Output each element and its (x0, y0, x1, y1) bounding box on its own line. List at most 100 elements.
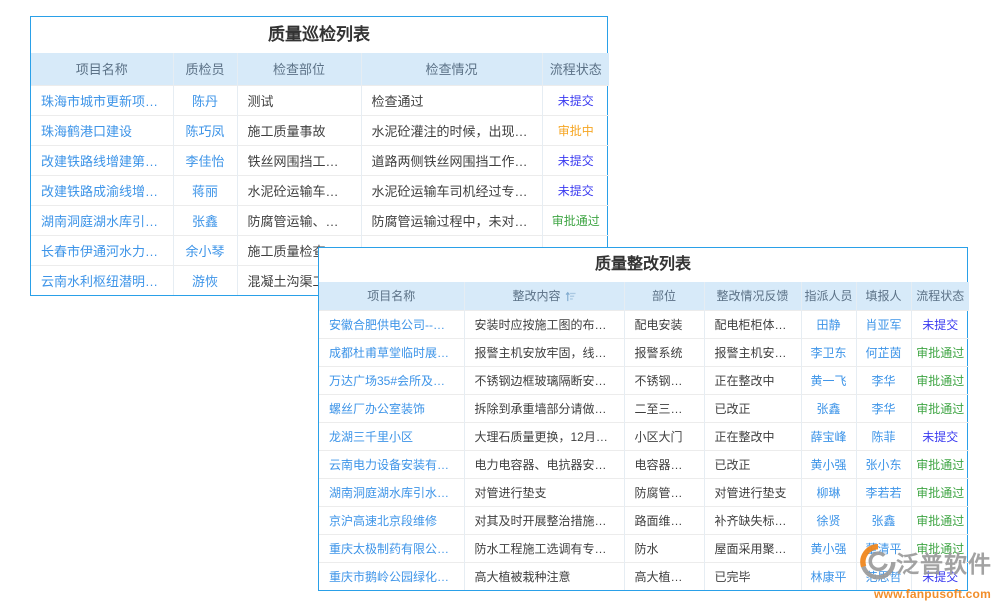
table-cell[interactable]: 万达广场35#会所及咖啡厅空... (319, 366, 464, 394)
inspection-header-row: 项目名称 质检员 检查部位 检查情况流程状态 (31, 53, 609, 85)
column-header-label: 整改内容 (512, 289, 560, 303)
table-row: 珠海鹤港口建设陈巧凤施工质量事故水泥砼灌注的时候，出现离析现象审批中 (31, 115, 609, 145)
table-cell[interactable]: 陈菲 (856, 422, 911, 450)
table-cell[interactable]: 湖南洞庭湖水库引水工程施工I标 (319, 478, 464, 506)
column-header: 检查部位 (237, 53, 361, 85)
table-row: 京沪高速北京段维修对其及时开展整治措施，桥头...路面维修检...补齐缺失标志.… (319, 506, 969, 534)
table-cell[interactable]: 肖亚军 (856, 310, 911, 338)
table-cell[interactable]: 陈巧凤 (173, 115, 237, 145)
status-badge: 审批通过 (911, 366, 969, 394)
column-header-label: 流程状态 (550, 62, 602, 77)
table-cell[interactable]: 黄小强 (801, 450, 856, 478)
table-cell[interactable]: 京沪高速北京段维修 (319, 506, 464, 534)
table-cell[interactable]: 徐贤 (801, 506, 856, 534)
table-cell[interactable]: 蒋丽 (173, 175, 237, 205)
table-cell[interactable]: 云南电力设备安装有限公司20... (319, 450, 464, 478)
table-cell: 屋面采用聚氨... (704, 534, 801, 562)
sort-icon[interactable] (565, 291, 576, 305)
column-header: 流程状态 (542, 53, 609, 85)
table-cell: 防腐管运输过程中，未对管进行... (361, 205, 542, 235)
table-cell[interactable]: 李华 (856, 394, 911, 422)
table-cell[interactable]: 李华 (856, 366, 911, 394)
column-header: 整改情况反馈 (704, 282, 801, 310)
table-cell[interactable]: 李佳怡 (173, 145, 237, 175)
table-cell[interactable]: 黄小强 (801, 534, 856, 562)
table-cell[interactable]: 改建铁路线增建第二线... (31, 145, 173, 175)
column-header: 检查情况 (361, 53, 542, 85)
table-cell[interactable]: 云南水利枢纽潜明水库... (31, 265, 173, 295)
table-cell[interactable]: 张鑫 (173, 205, 237, 235)
table-cell: 小区大门 (624, 422, 704, 450)
table-cell[interactable]: 安徽合肥供电公司--配电设备... (319, 310, 464, 338)
table-cell[interactable]: 张小东 (856, 450, 911, 478)
table-cell[interactable]: 长春市伊通河水力发电... (31, 235, 173, 265)
table-cell: 不锈钢边框玻璃隔断安装不牢... (464, 366, 624, 394)
table-cell: 电力电容器、电抗器安装方案,... (464, 450, 624, 478)
table-cell[interactable]: 成都杜甫草堂临时展厅独立展... (319, 338, 464, 366)
table-cell[interactable]: 重庆市鹅岭公园绿化景观提升... (319, 562, 464, 590)
table-cell[interactable]: 湖南洞庭湖水库引水工... (31, 205, 173, 235)
table-cell: 水泥砼运输车司机经过专门培训... (361, 175, 542, 205)
table-cell[interactable]: 张鑫 (856, 506, 911, 534)
table-cell[interactable]: 林康平 (801, 562, 856, 590)
watermark-url-text: www.fanpusoft.com (874, 587, 1000, 601)
table-cell[interactable]: 柳琳 (801, 478, 856, 506)
column-header-label: 流程状态 (916, 289, 964, 303)
column-header: 填报人 (856, 282, 911, 310)
table-row: 改建铁路成渝线增建第...蒋丽水泥砼运输车检查水泥砼运输车司机经过专门培训...… (31, 175, 609, 205)
table-cell: 二至三楼混... (624, 394, 704, 422)
table-cell: 已完毕 (704, 562, 801, 590)
table-cell: 电容器安装... (624, 450, 704, 478)
table-cell[interactable]: 张鑫 (801, 394, 856, 422)
table-cell[interactable]: 重庆太极制药有限公司亳州中... (319, 534, 464, 562)
table-row: 成都杜甫草堂临时展厅独立展...报警主机安放牢固，线缆连接...报警系统报警主机… (319, 338, 969, 366)
column-header: 流程状态 (911, 282, 969, 310)
table-cell[interactable]: 改建铁路成渝线增建第... (31, 175, 173, 205)
table-cell[interactable]: 余小琴 (173, 235, 237, 265)
table-row: 湖南洞庭湖水库引水工程施工I标对管进行垫支防腐管运输...对管进行垫支柳琳李若若… (319, 478, 969, 506)
table-cell[interactable]: 李若若 (856, 478, 911, 506)
table-cell: 报警主机安放... (704, 338, 801, 366)
column-header-label: 部位 (652, 289, 676, 303)
table-cell[interactable]: 珠海市城市更新项目紫... (31, 85, 173, 115)
table-cell: 对管进行垫支 (704, 478, 801, 506)
table-cell[interactable]: 黄一飞 (801, 366, 856, 394)
fanpu-logo-icon (860, 544, 896, 585)
column-header-label: 质检员 (185, 62, 224, 77)
column-header: 质检员 (173, 53, 237, 85)
column-header: 指派人员 (801, 282, 856, 310)
column-header-label: 检查部位 (273, 62, 325, 77)
status-badge: 审批通过 (911, 394, 969, 422)
table-cell[interactable]: 珠海鹤港口建设 (31, 115, 173, 145)
fanpu-watermark: 泛普软件 www.fanpusoft.com (860, 544, 1000, 601)
table-cell: 防腐管运输... (624, 478, 704, 506)
table-cell: 报警系统 (624, 338, 704, 366)
table-cell[interactable]: 螺丝厂办公室装饰 (319, 394, 464, 422)
table-cell: 大理石质量更换，12月31日之... (464, 422, 624, 450)
table-row: 云南电力设备安装有限公司20...电力电容器、电抗器安装方案,...电容器安装.… (319, 450, 969, 478)
column-header-label: 填报人 (865, 289, 901, 303)
table-cell[interactable]: 陈丹 (173, 85, 237, 115)
column-header[interactable]: 整改内容 (464, 282, 624, 310)
table-cell[interactable]: 田静 (801, 310, 856, 338)
status-badge: 未提交 (911, 310, 969, 338)
table-cell[interactable]: 何芷茵 (856, 338, 911, 366)
table-cell[interactable]: 游恢 (173, 265, 237, 295)
table-cell: 不锈钢安装... (624, 366, 704, 394)
table-cell: 路面维修检... (624, 506, 704, 534)
table-row: 改建铁路线增建第二线...李佳怡铁丝网围挡工作检查道路两侧铁丝网围挡工作按设计.… (31, 145, 609, 175)
rectification-table-title: 质量整改列表 (319, 248, 967, 282)
column-header-label: 项目名称 (76, 62, 128, 77)
table-cell[interactable]: 龙湖三千里小区 (319, 422, 464, 450)
table-cell: 高大植被栽种 (624, 562, 704, 590)
table-cell: 已改正 (704, 450, 801, 478)
table-cell[interactable]: 李卫东 (801, 338, 856, 366)
table-cell: 已改正 (704, 394, 801, 422)
status-badge: 未提交 (542, 175, 609, 205)
column-header-label: 指派人员 (804, 289, 852, 303)
table-row: 龙湖三千里小区大理石质量更换，12月31日之...小区大门正在整改中薛宝峰陈菲未… (319, 422, 969, 450)
table-cell: 道路两侧铁丝网围挡工作按设计... (361, 145, 542, 175)
column-header: 项目名称 (319, 282, 464, 310)
table-row: 安徽合肥供电公司--配电设备...安装时应按施工图的布置，将...配电安装配电柜… (319, 310, 969, 338)
table-cell[interactable]: 薛宝峰 (801, 422, 856, 450)
